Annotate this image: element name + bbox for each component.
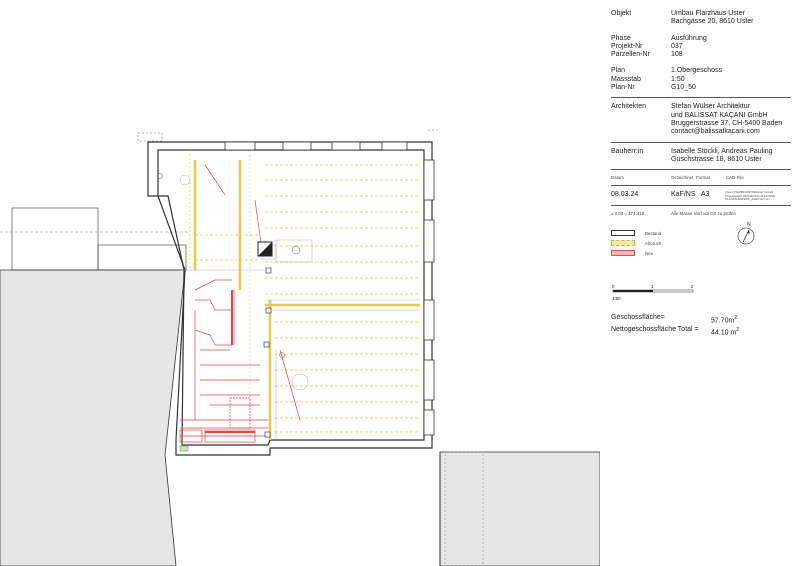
legend-label-neu: Neu [645,250,654,256]
gezeichnet-value: KaF/NS [671,191,696,199]
architekten-label: Architekten [611,103,647,111]
legend-swatch-demolition [611,240,635,247]
scale-bar: 0 1 2 1:50 [612,284,694,301]
north-arrow-icon: N [737,222,755,245]
architekten-line-2: und BALISSAT KAÇANI GmbH [671,111,768,119]
meta-value-row: 08.03.24 KaF/NS A3 Cloud-Pfad/BKA037/Bal… [611,190,791,201]
plan-nr-label: Plan-Nr [611,84,635,92]
legend-swatch-existing [611,230,635,237]
plan-nr-value: G10_50 [671,84,696,92]
legend-label-abbruch: Abbruch [645,240,662,246]
netto-label: Nettogeschossfläche Total = [611,325,699,333]
netto-value: 44.10 m [711,329,737,337]
geschoss-value: 57.70m [711,317,735,325]
massstab-label: Massstab [611,75,641,83]
meta-header-row: Datum Gezeichnet Format CAD-File [611,175,791,180]
geschoss-unit-sup: 2 [734,315,738,321]
plan-label: Plan [611,67,626,75]
divider [611,97,791,99]
legend: Bestand Abbruch Neu [611,230,791,257]
divider [611,169,791,171]
scale-tick-1: 1 [651,284,654,289]
plan-value: 1.Obergeschoss [671,67,722,75]
objekt-value-name: Umbau Flarzhaus Uster [671,10,745,17]
objekt-label: Objekt [611,10,632,17]
architekten-line-3: Bruggerstrasse 37, CH-5400 Baden [671,119,783,127]
masse-note: Alle Masse sind vor Ort zu prüfen [671,211,736,217]
divider [611,185,791,187]
neighbor-building-right [439,451,600,566]
objekt-value-address: Bachgasse 20, 8610 Uster [671,18,754,26]
floor-plan-drawing [0,129,600,566]
scale-tick-0: 0 [612,284,615,289]
architekten-email: contact@balissatkacani.com [671,128,760,136]
scale-ratio: 1:50 [612,296,621,301]
massstab-value: 1:50 [671,75,685,83]
divider [611,205,791,207]
parzellen-label: Parzellen-Nr [611,51,650,59]
architekten-line-1: Stefan Wülser Architektur [671,103,750,111]
cad-header: CAD-File [726,175,744,181]
legend-label-bestand: Bestand [645,230,662,236]
parzellen-value: 108 [671,51,683,59]
scale-tick-2: 2 [691,284,694,289]
bauherr-line-1: Isabelle Stöckli, Andreas Pauling [671,147,773,155]
datum-header: Datum [611,175,624,181]
neighbor-building-left [0,269,186,566]
building-walls [147,141,433,456]
datum-value: 08.03.24 [611,191,639,199]
phase-value: Ausführung [671,34,707,42]
area-summary: Geschossfläche= 57.70m2 Nettogeschossflä… [611,314,791,338]
phase-label: Phase [611,34,631,42]
divider [611,141,791,143]
hoehe-note: ± 0.00 = 474.416 [611,211,645,217]
gezeichnet-header: Gezeichnet [671,175,694,181]
projekt-value: 037 [671,42,683,50]
cad-path-3: PLANFAHRWERK_data/Flarz.pln [725,196,770,201]
projekt-label: Projekt-Nr [611,42,643,50]
objekt-row: Objekt Umbau Flarzhaus Uster Bachgasse 2… [611,10,791,27]
svg-text:N: N [747,222,751,228]
demolition-lines [195,164,420,433]
bauherr-line-2: Guschstrasse 18, 8610 Uster [671,155,762,163]
netto-unit-sup: 2 [736,326,740,333]
legend-swatch-new [611,250,635,257]
bauherr-label: Bauherr:in [611,147,644,155]
format-header: Format [696,175,710,181]
geschoss-label: Geschossfläche= [611,314,665,321]
neighbor-outline [11,207,99,271]
title-block: Objekt Umbau Flarzhaus Uster Bachgasse 2… [611,10,791,260]
format-value: A3 [701,191,710,199]
